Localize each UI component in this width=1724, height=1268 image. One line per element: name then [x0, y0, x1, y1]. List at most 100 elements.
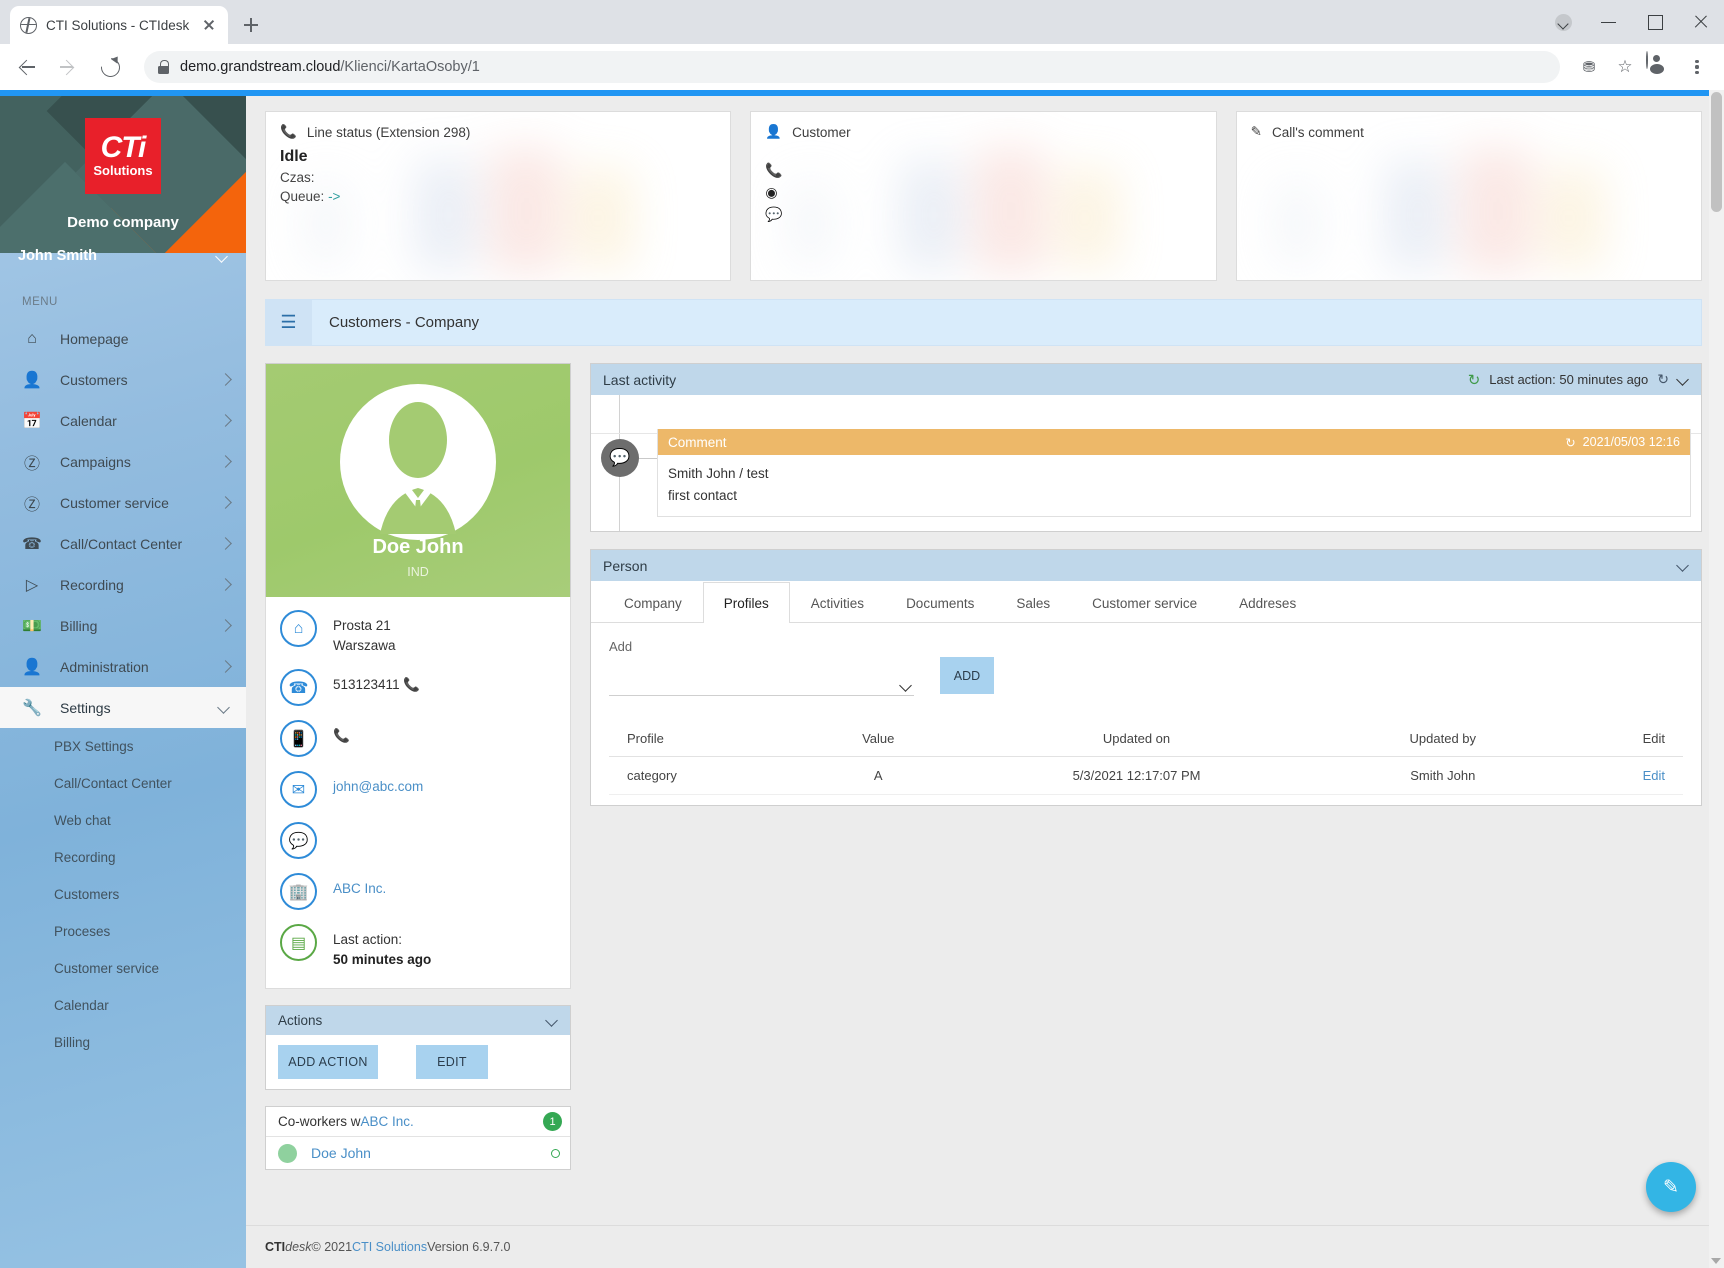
col-updated-by: Updated by [1332, 723, 1553, 758]
email-link[interactable]: john@abc.com [333, 779, 423, 794]
browser-window: CTI Solutions - CTIdesk demo.grandstream… [0, 0, 1724, 1268]
last-action-value: 50 minutes ago [333, 951, 432, 967]
tab-customer-service[interactable]: Customer service [1071, 582, 1218, 623]
add-action-button[interactable]: ADD ACTION [278, 1045, 378, 1080]
sidebar-item-label: Administration [60, 658, 149, 675]
footer-version: Version 6.9.7.0 [427, 1240, 511, 1254]
scrollbar-thumb[interactable] [1711, 92, 1722, 212]
chrome-update-button[interactable] [1540, 0, 1586, 44]
chrome-menu-icon[interactable] [1682, 52, 1712, 82]
add-profile-button[interactable]: ADD [940, 657, 994, 695]
cti-logo: CTi Solutions [85, 118, 161, 194]
sidebar-subitem-pbx-settings[interactable]: PBX Settings [0, 728, 246, 765]
globe-icon [20, 16, 37, 34]
sidebar-subitem-billing[interactable]: Billing [0, 1024, 246, 1061]
phone-icon: 📞 [280, 124, 297, 139]
sidebar-item-billing[interactable]: 💵 Billing [0, 605, 246, 646]
footer-company-link[interactable]: CTI Solutions [352, 1240, 427, 1254]
close-icon[interactable] [200, 16, 218, 34]
sidebar-subitem-call-contact-center[interactable]: Call/Contact Center [0, 765, 246, 802]
coworkers-company-link[interactable]: ABC Inc. [361, 1114, 414, 1129]
profile-avatar-icon[interactable] [1646, 51, 1676, 82]
page-scrollbar[interactable] [1709, 90, 1724, 1268]
window-close-button[interactable] [1678, 0, 1724, 44]
list-icon: ☰ [265, 299, 312, 346]
chat-bubble-icon[interactable]: 💬 [765, 206, 1201, 223]
sidebar-subitem-calendar[interactable]: Calendar [0, 987, 246, 1024]
contact-row-company: 🏢 ABC Inc. [266, 866, 570, 917]
call-comment-card: ✎ Call's comment [1235, 111, 1702, 281]
line-status-card: 📞 Line status (Extension 298) Idle Czas:… [265, 111, 732, 281]
dial-icon[interactable]: 📞 [403, 677, 420, 692]
cell-updated-on: 5/3/2021 12:17:07 PM [940, 756, 1333, 796]
profile-select[interactable] [609, 674, 914, 697]
coworker-name-link[interactable]: Doe John [311, 1145, 371, 1161]
add-profile-label: Add [609, 639, 633, 655]
address-bar[interactable]: demo.grandstream.cloud/Klienci/KartaOsob… [144, 51, 1560, 83]
edit-button[interactable]: EDIT [416, 1045, 488, 1080]
sidebar-item-administration[interactable]: 👤 Administration [0, 646, 246, 687]
sidebar-subitem-web-chat[interactable]: Web chat [0, 802, 246, 839]
chevron-down-icon[interactable] [547, 1015, 558, 1026]
breadcrumb: ☰ Customers - Company [265, 299, 1702, 346]
dial-icon[interactable]: 📞 [333, 728, 350, 743]
scroll-down-icon[interactable] [1711, 1258, 1721, 1264]
profiles-table: Profile Value Updated on Updated by Edit [609, 723, 1683, 796]
tab-activities[interactable]: Activities [790, 582, 885, 623]
url-path: /Klienci/KartaOsoby/1 [340, 59, 480, 75]
sidebar-user-menu[interactable]: John Smith [0, 236, 246, 276]
minimize-button[interactable] [1586, 0, 1632, 44]
sidebar-item-campaigns[interactable]: Ⓩ Campaigns [0, 441, 246, 482]
sidebar-item-settings[interactable]: 🔧 Settings [0, 687, 246, 728]
phone-icon[interactable]: 📞 [765, 162, 1201, 179]
coworkers-panel: Co-workers w ABC Inc. 1 Doe John [265, 1106, 571, 1171]
forward-icon[interactable] [54, 52, 84, 82]
chevron-right-icon [219, 661, 230, 672]
tab-sales[interactable]: Sales [995, 582, 1071, 623]
sidebar-subitem-customer-service[interactable]: Customer service [0, 950, 246, 987]
contact-icon[interactable]: ◉ [765, 184, 1201, 201]
play-icon: ▷ [25, 576, 39, 594]
tab-company[interactable]: Company [603, 582, 703, 623]
landline-phone-icon: ☎ [280, 669, 317, 707]
sidebar-subitem-recording[interactable]: Recording [0, 839, 246, 876]
sidebar-subitem-proceses[interactable]: Proceses [0, 913, 246, 950]
sidebar-item-label: Customer service [60, 494, 169, 511]
last-action-icon: ▤ [280, 924, 317, 962]
tab-documents[interactable]: Documents [885, 582, 995, 623]
sidebar-item-homepage[interactable]: ⌂ Homepage [0, 318, 246, 359]
logo-line-1: CTi [100, 130, 147, 164]
actions-panel-header[interactable]: Actions [266, 1006, 570, 1036]
contact-row-chat: 💬 [266, 815, 570, 866]
edit-fab-button[interactable]: ✎ [1646, 1162, 1696, 1212]
person-panel-header[interactable]: Person [591, 550, 1701, 582]
landline-number: 513123411 [333, 677, 400, 693]
company-link[interactable]: ABC Inc. [333, 881, 386, 896]
sidebar-item-calendar[interactable]: 📅 Calendar [0, 400, 246, 441]
reload-icon[interactable] [96, 53, 124, 81]
browser-tab[interactable]: CTI Solutions - CTIdesk [10, 6, 228, 44]
sidebar-item-call-contact-center[interactable]: ☎ Call/Contact Center [0, 523, 246, 564]
sidebar-item-recording[interactable]: ▷ Recording [0, 564, 246, 605]
sidebar-item-label: Recording [60, 576, 124, 593]
translate-icon[interactable]: ⛃ [1574, 52, 1604, 82]
line-status-value: Idle [280, 148, 308, 165]
activity-card: Comment ↻ 2021/05/03 12:16 Smith John / … [657, 429, 1691, 518]
tab-addreses[interactable]: Addreses [1218, 582, 1317, 623]
sidebar-item-customers[interactable]: 👤 Customers [0, 359, 246, 400]
chevron-down-icon[interactable] [1678, 374, 1689, 385]
col-value: Value [816, 723, 941, 758]
chevron-down-icon[interactable] [1678, 560, 1689, 571]
tab-profiles[interactable]: Profiles [702, 582, 790, 624]
sidebar-item-customer-service[interactable]: Ⓩ Customer service [0, 482, 246, 523]
new-tab-button[interactable] [234, 8, 268, 42]
sidebar-subitem-customers[interactable]: Customers [0, 876, 246, 913]
coworker-row[interactable]: Doe John [266, 1137, 570, 1169]
edit-link[interactable]: Edit [1643, 768, 1665, 783]
bookmark-star-icon[interactable]: ☆ [1610, 52, 1640, 82]
refresh-icon[interactable]: ↻ [1657, 371, 1669, 388]
footer-brand: CTIdesk [265, 1240, 312, 1254]
maximize-button[interactable] [1632, 0, 1678, 44]
back-icon[interactable] [12, 52, 42, 82]
lock-icon [158, 60, 169, 74]
